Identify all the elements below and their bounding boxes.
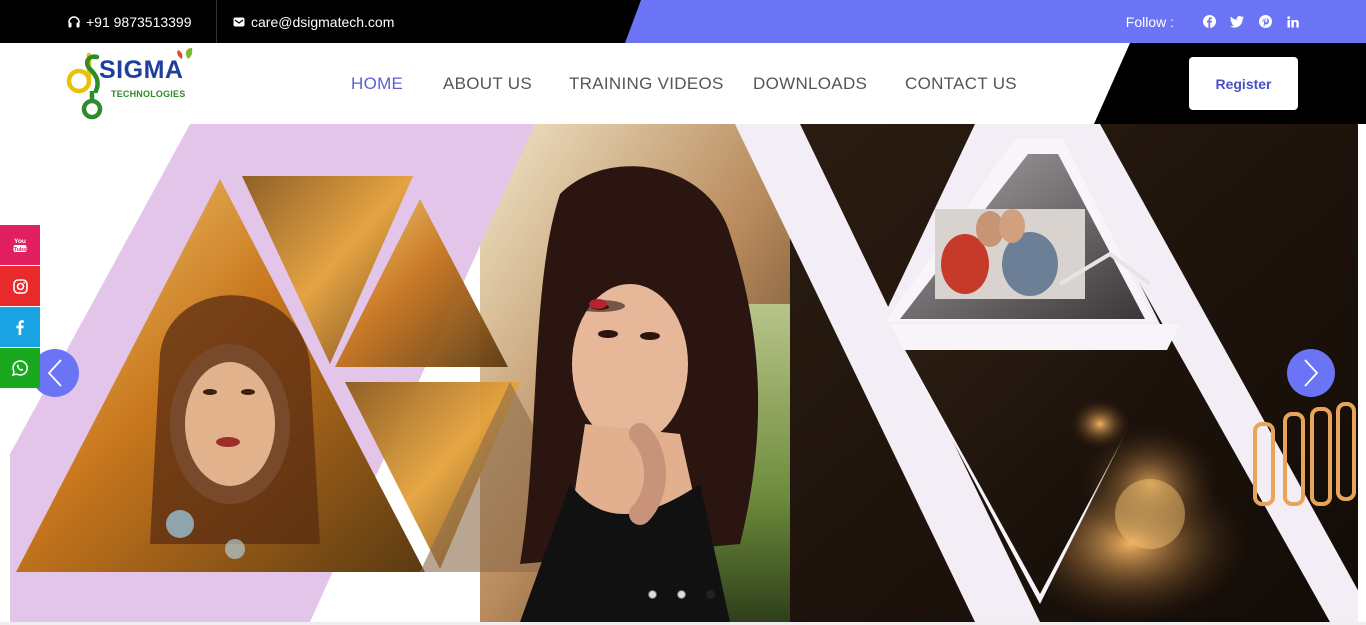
nav-item-downloads[interactable]: DOWNLOADS xyxy=(753,74,867,94)
slide-image xyxy=(0,124,1366,622)
side-social-bar: You Tube xyxy=(0,225,40,389)
slider-dot-3[interactable] xyxy=(706,590,715,599)
youtube-button[interactable]: You Tube xyxy=(0,225,40,265)
nav-item-about-us[interactable]: ABOUT US xyxy=(443,74,532,94)
logo-brand: SIGMA xyxy=(99,56,184,84)
instagram-icon xyxy=(12,278,28,294)
facebook-icon xyxy=(16,319,24,335)
youtube-icon: You Tube xyxy=(13,238,27,253)
nav-item-training-videos[interactable]: TRAINING VIDEOS xyxy=(569,74,724,94)
logo-subtitle: TECHNOLOGIES xyxy=(111,89,186,99)
instagram-button[interactable] xyxy=(0,266,40,306)
linkedin-icon[interactable] xyxy=(1286,15,1300,29)
nav-item-contact-us[interactable]: CONTACT US xyxy=(905,74,1017,94)
email-address: care@dsigmatech.com xyxy=(251,13,395,30)
whatsapp-button[interactable] xyxy=(0,348,40,388)
svg-text:You: You xyxy=(14,238,26,245)
chevron-left-icon xyxy=(47,359,62,387)
email-link[interactable]: care@dsigmatech.com xyxy=(233,0,394,43)
top-bar: +91 9873513399 care@dsigmatech.com Follo… xyxy=(0,0,1366,43)
envelope-icon xyxy=(233,17,245,26)
slider-dot-1[interactable] xyxy=(648,590,657,599)
facebook-button[interactable] xyxy=(0,307,40,347)
company-logo[interactable]: SIGMA TECHNOLOGIES xyxy=(66,47,202,121)
follow-label: Follow : xyxy=(1125,13,1174,30)
chevron-right-icon xyxy=(1304,359,1319,387)
follow-links: Follow : xyxy=(1126,0,1300,43)
nav-item-home[interactable]: HOME xyxy=(351,74,403,94)
whatsapp-icon xyxy=(12,360,28,376)
pinterest-icon[interactable] xyxy=(1258,15,1272,29)
phone-link[interactable]: +91 9873513399 xyxy=(68,0,192,43)
headphones-icon xyxy=(68,15,80,27)
twitter-icon[interactable] xyxy=(1230,15,1244,29)
main-header: SIGMA TECHNOLOGIES HOME ABOUT US TRAININ… xyxy=(0,43,1366,124)
slider-pagination xyxy=(648,590,735,599)
slider-next-button[interactable] xyxy=(1287,349,1335,397)
phone-number: +91 9873513399 xyxy=(86,13,192,30)
slider-dot-2[interactable] xyxy=(677,590,686,599)
svg-text:Tube: Tube xyxy=(14,247,27,253)
facebook-icon[interactable] xyxy=(1202,15,1216,29)
register-button[interactable]: Register xyxy=(1189,57,1298,110)
hero-slider xyxy=(0,124,1366,622)
divider xyxy=(216,0,217,43)
